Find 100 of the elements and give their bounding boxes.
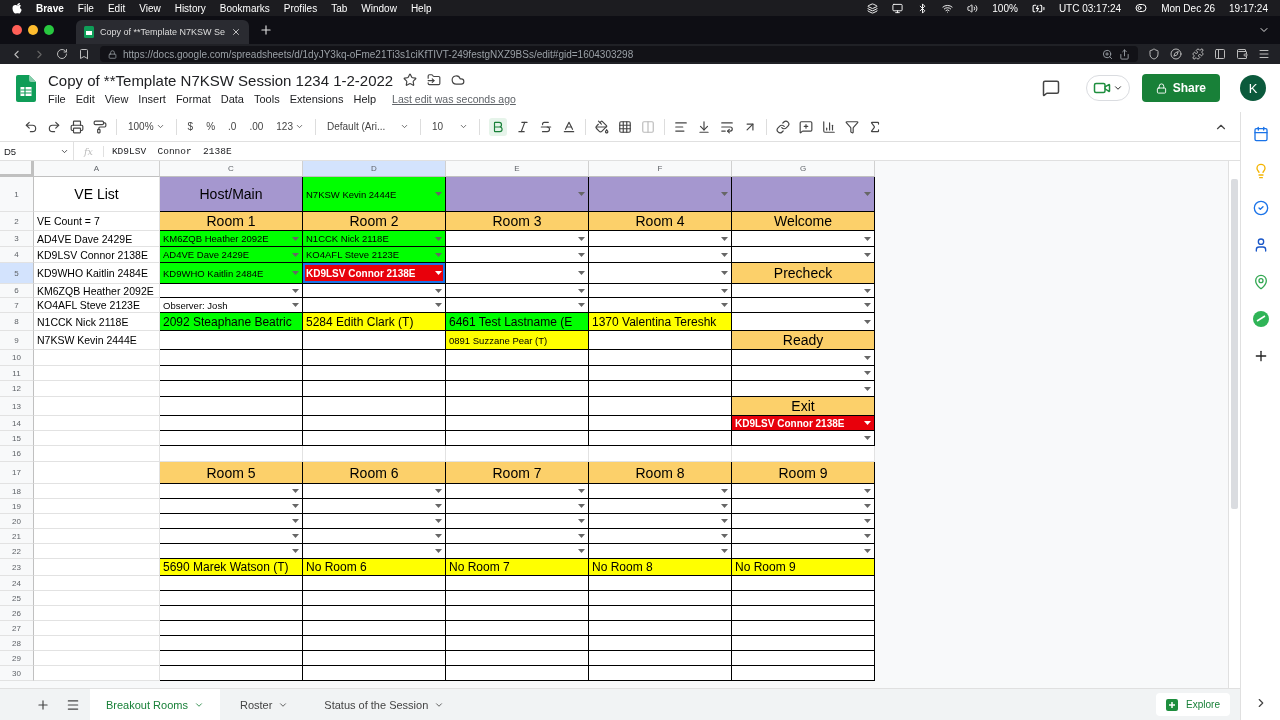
dropdown-cell[interactable] xyxy=(589,514,732,529)
tasks-icon[interactable] xyxy=(1252,200,1269,216)
row-number[interactable]: 12 xyxy=(0,381,34,397)
dropdown-cell[interactable] xyxy=(160,514,303,529)
menu-item[interactable]: History xyxy=(174,2,206,14)
row-number[interactable]: 7 xyxy=(0,298,34,313)
dropdown-cell[interactable]: KM6ZQB Heather 2092E xyxy=(160,231,303,247)
menu-item[interactable]: Window xyxy=(361,2,397,14)
share-icon[interactable] xyxy=(1119,48,1130,60)
row-number[interactable]: 4 xyxy=(0,247,34,263)
dropdown-cell[interactable] xyxy=(303,484,446,499)
dropdown-cell[interactable] xyxy=(589,263,732,284)
close-icon[interactable] xyxy=(231,27,242,37)
menu-item[interactable]: Format xyxy=(175,92,211,105)
last-edit-link[interactable]: Last edit was seconds ago xyxy=(392,92,516,105)
undo-icon[interactable] xyxy=(24,119,38,134)
bookmark-icon[interactable] xyxy=(78,48,90,60)
dropdown-cell[interactable] xyxy=(446,247,589,263)
zoom-icon[interactable] xyxy=(1102,48,1113,60)
control-center-icon[interactable] xyxy=(1135,2,1148,14)
dropdown-cell[interactable]: Observer: Josh xyxy=(160,298,303,313)
dropdown-cell[interactable] xyxy=(303,298,446,313)
utc-clock[interactable]: UTC 03:17:24 xyxy=(1058,2,1122,14)
sidebar-icon[interactable] xyxy=(1214,48,1226,60)
row-number[interactable]: 13 xyxy=(0,397,34,416)
column-header[interactable]: E xyxy=(446,161,589,177)
dropdown-cell[interactable] xyxy=(732,350,875,366)
column-header[interactable]: A xyxy=(34,161,160,177)
name-box[interactable]: D5 xyxy=(0,142,74,160)
dropdown-cell[interactable] xyxy=(303,514,446,529)
dropdown-cell[interactable] xyxy=(303,529,446,544)
dropdown-cell[interactable] xyxy=(446,544,589,559)
map-pin-icon[interactable] xyxy=(1252,274,1269,290)
dropdown-cell[interactable] xyxy=(446,263,589,284)
zoom-window-button[interactable] xyxy=(44,25,54,35)
account-avatar[interactable]: K xyxy=(1240,75,1266,101)
bold-button[interactable] xyxy=(489,117,507,136)
dropdown-cell[interactable] xyxy=(732,298,875,313)
functions-icon[interactable] xyxy=(868,119,882,134)
dropdown-cell[interactable] xyxy=(732,431,875,446)
dropdown-cell[interactable] xyxy=(446,529,589,544)
menu-date[interactable]: Mon Dec 26 xyxy=(1161,2,1216,14)
row-number[interactable]: 14 xyxy=(0,416,34,431)
dropdown-cell[interactable]: KO4AFL Steve 2123E xyxy=(303,247,446,263)
row-number[interactable]: 22 xyxy=(0,544,34,559)
row-number[interactable]: 16 xyxy=(0,446,34,462)
close-window-button[interactable] xyxy=(12,25,22,35)
dropdown-cell[interactable] xyxy=(732,499,875,514)
all-sheets-icon[interactable] xyxy=(66,697,80,712)
menu-item[interactable]: Extensions xyxy=(289,92,344,105)
fill-color-icon[interactable] xyxy=(595,119,609,134)
row-number[interactable]: 27 xyxy=(0,621,34,636)
row-number[interactable]: 19 xyxy=(0,499,34,514)
redo-icon[interactable] xyxy=(47,119,61,134)
strikethrough-icon[interactable] xyxy=(539,119,553,134)
dropdown-cell[interactable]: AD4VE Dave 2429E xyxy=(160,247,303,263)
dropdown-cell[interactable] xyxy=(589,177,732,212)
font-size-select[interactable]: 10 xyxy=(430,119,470,134)
menu-item[interactable]: File xyxy=(77,2,94,14)
dropdown-cell[interactable] xyxy=(589,247,732,263)
minimize-window-button[interactable] xyxy=(28,25,38,35)
row-number[interactable]: 8 xyxy=(0,313,34,331)
borders-icon[interactable] xyxy=(618,119,632,134)
vertical-align-icon[interactable] xyxy=(697,119,711,134)
dropdown-cell[interactable] xyxy=(160,484,303,499)
menu-icon[interactable] xyxy=(1258,48,1270,60)
menu-item[interactable]: View xyxy=(104,92,129,105)
font-select[interactable]: Default (Ari... xyxy=(325,119,411,134)
addon-icon[interactable] xyxy=(1252,311,1269,327)
row-number[interactable]: 2 xyxy=(0,212,34,231)
reload-icon[interactable] xyxy=(56,48,68,60)
layers-icon[interactable] xyxy=(867,2,879,14)
dropdown-cell[interactable] xyxy=(589,284,732,298)
sheet-tab[interactable]: Breakout Rooms xyxy=(90,689,220,720)
menu-item[interactable]: File xyxy=(48,92,66,105)
chart-icon[interactable] xyxy=(822,119,836,134)
dropdown-cell[interactable] xyxy=(303,499,446,514)
dropdown-cell[interactable] xyxy=(732,484,875,499)
dropdown-cell[interactable] xyxy=(160,499,303,514)
row-number[interactable]: 28 xyxy=(0,636,34,651)
row-number[interactable]: 3 xyxy=(0,231,34,247)
italic-icon[interactable] xyxy=(516,119,530,134)
dropdown-cell[interactable]: KD9WHO Kaitlin 2484E xyxy=(160,263,303,284)
dropdown-cell[interactable] xyxy=(589,529,732,544)
row-number[interactable]: 1 xyxy=(0,177,34,212)
formula-input[interactable]: KD9LSV Connor 2138E xyxy=(103,145,232,157)
row-number[interactable]: 20 xyxy=(0,514,34,529)
apple-icon[interactable] xyxy=(12,2,22,14)
dropdown-cell[interactable]: N7KSW Kevin 2444E xyxy=(303,177,446,212)
row-number[interactable]: 18 xyxy=(0,484,34,499)
dropdown-cell[interactable] xyxy=(732,177,875,212)
sheet-tab[interactable]: Roster xyxy=(223,689,305,720)
monitor-icon[interactable] xyxy=(892,2,904,14)
dropdown-cell[interactable] xyxy=(732,366,875,381)
row-number[interactable]: 26 xyxy=(0,606,34,621)
menu-item[interactable]: Edit xyxy=(107,2,126,14)
address-field[interactable]: https://docs.google.com/spreadsheets/d/1dyJY3kq-oFme21Ti3s1ciKfTIVT-249festgNXZ9BSs/edit#gid=1604303298 xyxy=(100,46,1138,62)
dropdown-cell[interactable]: KD9LSV Connor 2138E xyxy=(303,263,446,284)
dropdown-cell[interactable] xyxy=(446,231,589,247)
currency-button[interactable]: $ xyxy=(185,119,196,134)
